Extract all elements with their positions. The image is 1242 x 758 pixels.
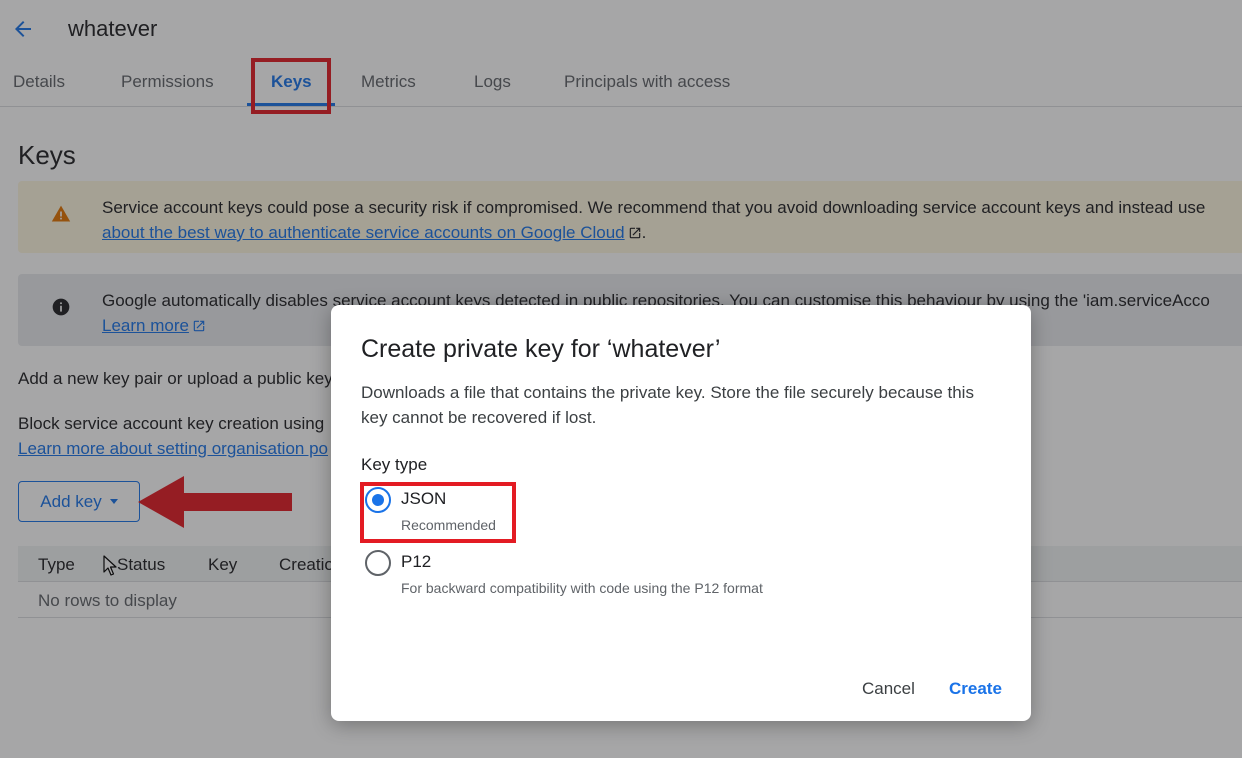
radio-option-p12[interactable]: P12 For backward compatibility with code…: [365, 550, 965, 600]
create-button[interactable]: Create: [949, 679, 1002, 699]
p12-radio-button[interactable]: [365, 550, 391, 576]
dialog-title: Create private key for ‘whatever’: [361, 335, 721, 363]
cancel-button[interactable]: Cancel: [862, 679, 915, 699]
p12-option-label: P12: [401, 552, 432, 571]
json-option-highlight: [360, 482, 516, 543]
create-private-key-dialog: Create private key for ‘whatever’ Downlo…: [331, 305, 1031, 721]
p12-option-sublabel: For backward compatibility with code usi…: [401, 580, 763, 596]
dialog-description: Downloads a file that contains the priva…: [361, 383, 974, 427]
key-type-label: Key type: [361, 455, 428, 474]
